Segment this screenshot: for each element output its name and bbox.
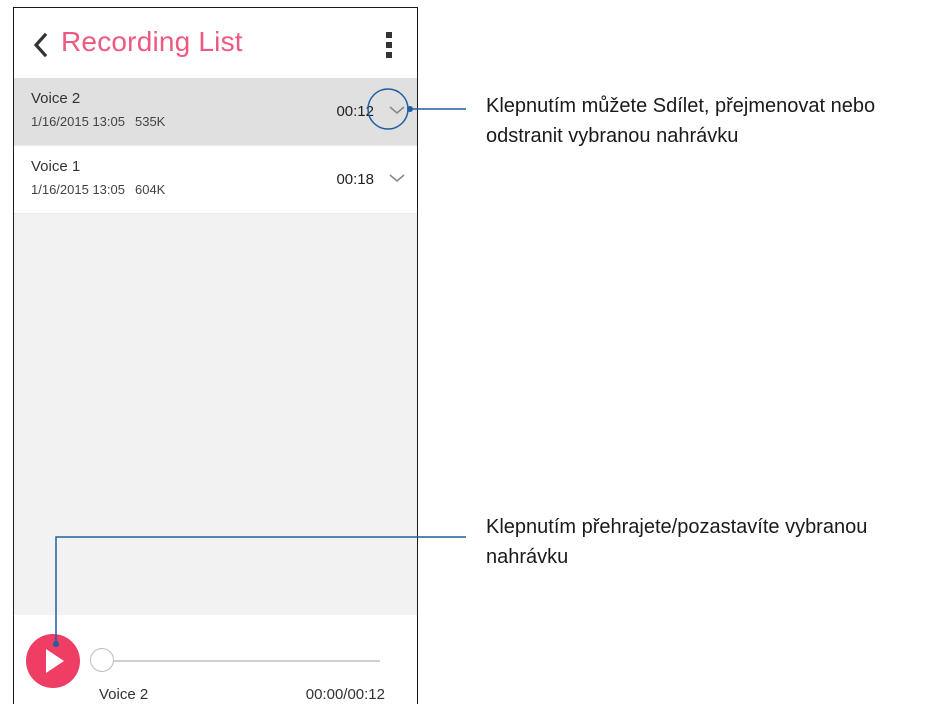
player-bar: Voice 2 00:00/00:12: [14, 615, 417, 704]
more-vertical-icon[interactable]: [385, 32, 393, 60]
recording-date: 1/16/2015 13:05: [31, 114, 125, 129]
now-playing-name: Voice 2: [99, 686, 149, 703]
list-item[interactable]: Voice 2 1/16/2015 13:05 535K 00:12: [14, 78, 417, 146]
recording-size: 604K: [134, 182, 166, 197]
recording-meta: 1/16/2015 13:05 535K: [31, 114, 165, 129]
recording-name: Voice 1: [31, 158, 81, 175]
page-title: Recording List: [61, 26, 243, 57]
list-item[interactable]: Voice 1 1/16/2015 13:05 604K 00:18: [14, 146, 417, 214]
playback-time: 00:00/00:12: [305, 686, 385, 703]
recording-size: 535K: [134, 114, 166, 129]
chevron-down-icon[interactable]: [387, 100, 407, 120]
chevron-down-icon[interactable]: [387, 168, 407, 188]
recording-list: Voice 2 1/16/2015 13:05 535K 00:12 Voice …: [14, 78, 417, 214]
play-icon: [46, 649, 64, 673]
recording-duration: 00:18: [336, 171, 374, 188]
page: Recording List Voice 2 1/16/2015 13:05 53…: [0, 0, 936, 704]
play-pause-button[interactable]: [26, 634, 80, 688]
recording-duration: 00:12: [336, 103, 374, 120]
callout-play-text: Klepnutím přehrajete/pozastavíte vybrano…: [486, 516, 868, 568]
seek-handle[interactable]: [90, 648, 114, 672]
callout-menu-text: Klepnutím můžete Sdílet, přejmenovat neb…: [486, 95, 876, 147]
recording-date: 1/16/2015 13:05: [31, 182, 125, 197]
chevron-left-icon[interactable]: [30, 31, 52, 59]
app-bar: Recording List: [14, 8, 417, 78]
phone-screen: Recording List Voice 2 1/16/2015 13:05 53…: [13, 7, 418, 704]
seek-bar[interactable]: [102, 660, 380, 662]
recording-meta: 1/16/2015 13:05 604K: [31, 182, 165, 197]
recording-name: Voice 2: [31, 90, 81, 107]
